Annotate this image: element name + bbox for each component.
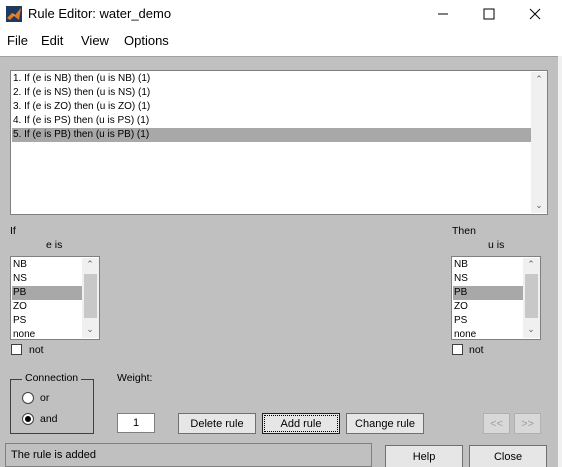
next-rule-button[interactable]: >>	[514, 413, 541, 434]
help-button[interactable]: Help	[385, 445, 463, 467]
scroll-down-icon[interactable]: ⌄	[524, 324, 538, 335]
rule-item[interactable]: 2. If (e is NS) then (u is NS) (1)	[12, 86, 531, 100]
if-variable-label: e is	[46, 239, 63, 251]
list-item[interactable]: ZO	[453, 300, 523, 314]
and-label: and	[40, 413, 58, 425]
then-not-checkbox[interactable]	[452, 344, 463, 355]
scroll-up-icon[interactable]: ⌃	[532, 74, 546, 85]
status-bar: The rule is added	[5, 443, 372, 467]
scroll-down-icon[interactable]: ⌄	[532, 200, 546, 211]
close-button[interactable]: Close	[469, 445, 547, 467]
change-rule-button[interactable]: Change rule	[346, 413, 424, 434]
list-item[interactable]: NS	[12, 272, 82, 286]
maximize-button[interactable]	[466, 0, 512, 28]
scroll-up-icon[interactable]: ⌃	[524, 259, 538, 270]
close-icon	[529, 8, 541, 20]
minimize-button[interactable]	[420, 0, 466, 28]
scroll-up-icon[interactable]: ⌃	[83, 259, 97, 270]
scroll-thumb[interactable]	[84, 274, 97, 318]
and-radio[interactable]	[22, 413, 34, 425]
list-item-selected[interactable]: PB	[453, 286, 523, 300]
then-variable-label: u is	[488, 239, 505, 251]
add-rule-button[interactable]: Add rule	[262, 413, 340, 434]
or-label: or	[40, 392, 50, 404]
then-membership-listbox[interactable]: NB NS PB ZO PS none ⌃ ⌄	[451, 256, 541, 340]
window-title: Rule Editor: water_demo	[28, 6, 172, 21]
matlab-app-icon	[6, 6, 22, 22]
if-not-label: not	[29, 344, 44, 356]
connection-label: Connection	[22, 372, 82, 384]
menu-view[interactable]: View	[81, 33, 109, 48]
if-membership-listbox[interactable]: NB NS PB ZO PS none ⌃ ⌄	[10, 256, 100, 340]
list-item[interactable]: NB	[453, 258, 523, 272]
delete-rule-button[interactable]: Delete rule	[178, 413, 256, 434]
rule-item[interactable]: 3. If (e is ZO) then (u is ZO) (1)	[12, 100, 531, 114]
connection-group	[10, 379, 94, 434]
list-item-selected[interactable]: PB	[12, 286, 82, 300]
close-window-button[interactable]	[512, 0, 558, 28]
or-radio[interactable]	[22, 392, 34, 404]
list-item[interactable]: NB	[12, 258, 82, 272]
rules-scrollbar[interactable]: ⌃ ⌄	[531, 72, 547, 213]
rule-item[interactable]: 1. If (e is NB) then (u is NB) (1)	[12, 72, 531, 86]
menu-divider	[0, 56, 562, 57]
menu-options[interactable]: Options	[124, 33, 169, 48]
list-item[interactable]: PS	[12, 314, 82, 328]
scroll-down-icon[interactable]: ⌄	[83, 324, 97, 335]
weight-label: Weight:	[117, 372, 153, 384]
window-edge	[558, 56, 562, 467]
maximize-icon	[483, 8, 495, 20]
previous-rule-button[interactable]: <<	[483, 413, 510, 434]
menu-file[interactable]: File	[7, 33, 28, 48]
list-item[interactable]: none	[453, 328, 523, 339]
rule-item-selected[interactable]: 5. If (e is PB) then (u is PB) (1)	[12, 128, 531, 142]
then-header: Then	[452, 225, 476, 237]
rule-item[interactable]: 4. If (e is PS) then (u is PS) (1)	[12, 114, 531, 128]
list-item[interactable]: ZO	[12, 300, 82, 314]
menu-edit[interactable]: Edit	[41, 33, 63, 48]
then-not-label: not	[469, 344, 484, 356]
list-item[interactable]: PS	[453, 314, 523, 328]
list-item[interactable]: none	[12, 328, 82, 339]
then-list-scrollbar[interactable]: ⌃ ⌄	[523, 258, 540, 338]
weight-input[interactable]: 1	[117, 413, 155, 433]
if-not-checkbox[interactable]	[11, 344, 22, 355]
list-item[interactable]: NS	[453, 272, 523, 286]
if-header: If	[10, 225, 16, 237]
minimize-icon	[438, 13, 448, 15]
scroll-thumb[interactable]	[525, 274, 538, 318]
radio-selected-dot	[25, 416, 31, 422]
if-list-scrollbar[interactable]: ⌃ ⌄	[82, 258, 99, 338]
rules-listbox[interactable]: 1. If (e is NB) then (u is NB) (1) 2. If…	[10, 70, 548, 215]
